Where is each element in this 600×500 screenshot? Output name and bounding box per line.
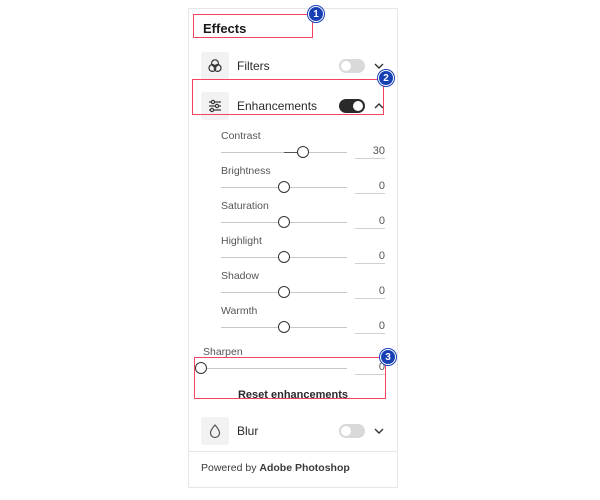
highlight-label: Highlight — [221, 235, 385, 247]
shadow-group: Shadow 0 — [221, 270, 385, 299]
contrast-label: Contrast — [221, 130, 385, 142]
brightness-group: Brightness 0 — [221, 165, 385, 194]
highlight-value[interactable]: 0 — [355, 250, 385, 264]
enhancements-toggle[interactable] — [339, 99, 365, 113]
blur-label: Blur — [237, 424, 331, 438]
warmth-group: Warmth 0 — [221, 305, 385, 334]
blur-chevron-down-icon[interactable] — [373, 425, 385, 437]
shadow-label: Shadow — [221, 270, 385, 282]
saturation-slider[interactable] — [221, 215, 347, 229]
highlight-slider[interactable] — [221, 250, 347, 264]
contrast-value[interactable]: 30 — [355, 145, 385, 159]
sharpen-slider[interactable] — [201, 361, 347, 375]
sharpen-label: Sharpen — [203, 346, 385, 358]
contrast-slider[interactable] — [221, 145, 347, 159]
filters-icon — [201, 52, 229, 80]
enhancement-sliders: Contrast30Brightness0Saturation0Highligh… — [189, 126, 397, 342]
sharpen-group: Sharpen 0 — [189, 342, 397, 381]
saturation-group: Saturation 0 — [221, 200, 385, 229]
enhancements-label: Enhancements — [237, 99, 331, 113]
brightness-slider[interactable] — [221, 180, 347, 194]
enhancements-row[interactable]: Enhancements — [189, 86, 397, 126]
filters-toggle[interactable] — [339, 59, 365, 73]
filters-label: Filters — [237, 59, 331, 73]
effects-title: Effects — [189, 9, 397, 46]
warmth-slider[interactable] — [221, 320, 347, 334]
shadow-value[interactable]: 0 — [355, 285, 385, 299]
blur-icon — [201, 417, 229, 445]
reset-enhancements-button[interactable]: Reset enhancements — [189, 381, 397, 411]
saturation-value[interactable]: 0 — [355, 215, 385, 229]
effects-panel: Effects Filters Enhancements Contrast 30 B… — [188, 8, 398, 488]
footer-attribution: Powered by Adobe Photoshop — [189, 451, 397, 484]
footer-prefix: Powered by — [201, 462, 259, 474]
warmth-value[interactable]: 0 — [355, 320, 385, 334]
brightness-value[interactable]: 0 — [355, 180, 385, 194]
contrast-group: Contrast 30 — [221, 130, 385, 159]
blur-toggle[interactable] — [339, 424, 365, 438]
warmth-label: Warmth — [221, 305, 385, 317]
brightness-label: Brightness — [221, 165, 385, 177]
shadow-slider[interactable] — [221, 285, 347, 299]
blur-row[interactable]: Blur — [189, 411, 397, 451]
saturation-label: Saturation — [221, 200, 385, 212]
enhancements-chevron-up-icon[interactable] — [373, 100, 385, 112]
filters-chevron-down-icon[interactable] — [373, 60, 385, 72]
enhancements-icon — [201, 92, 229, 120]
highlight-group: Highlight 0 — [221, 235, 385, 264]
sharpen-value[interactable]: 0 — [355, 361, 385, 375]
footer-brand: Adobe Photoshop — [259, 462, 349, 474]
filters-row[interactable]: Filters — [189, 46, 397, 86]
